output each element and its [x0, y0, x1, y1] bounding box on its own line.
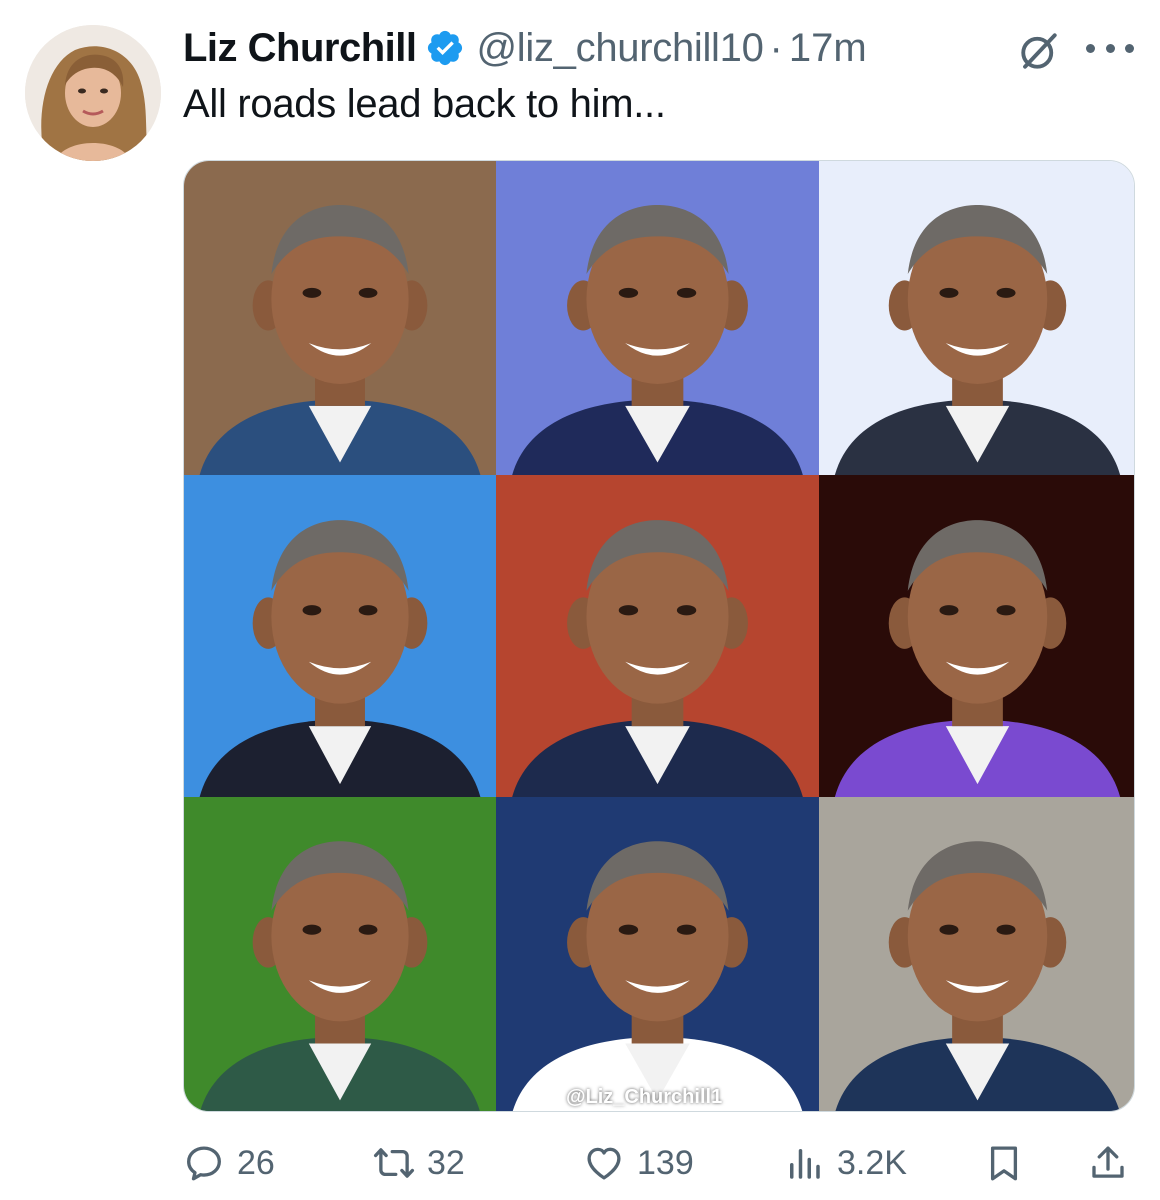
separator-dot: ·: [769, 25, 783, 70]
author-name[interactable]: Liz Churchill: [183, 26, 417, 71]
views-button[interactable]: 3.2K: [783, 1140, 907, 1186]
repost-count: 32: [427, 1143, 465, 1182]
portrait-photo: [496, 797, 819, 1111]
media-panel[interactable]: @Liz_Churchill1: [496, 797, 819, 1111]
timestamp[interactable]: 17m: [789, 26, 867, 71]
image-watermark: @Liz_Churchill1: [566, 1086, 723, 1108]
media-panel[interactable]: [184, 161, 496, 475]
grok-icon[interactable]: [1018, 30, 1060, 72]
action-bar: 26 32 139 3.2K: [183, 1140, 1135, 1186]
author-avatar[interactable]: [25, 25, 161, 161]
reply-button[interactable]: 26: [183, 1140, 275, 1186]
more-dot: [1125, 43, 1134, 53]
share-icon: [1092, 1146, 1124, 1178]
portrait-photo: [819, 797, 1134, 1111]
like-count: 139: [637, 1143, 694, 1182]
author-handle[interactable]: @liz_churchill10: [477, 26, 764, 71]
media-panel[interactable]: [496, 475, 819, 797]
reply-count: 26: [237, 1143, 275, 1182]
more-icon[interactable]: [1086, 30, 1134, 66]
repost-icon: [373, 1148, 415, 1178]
media-panel[interactable]: [819, 475, 1134, 797]
media-panel[interactable]: [819, 797, 1134, 1111]
media-panel[interactable]: [184, 475, 496, 797]
portrait-photo: [496, 161, 819, 475]
tweet-header: Liz Churchill @liz_churchill10 · 17m: [183, 22, 867, 74]
more-dot: [1105, 43, 1115, 53]
tweet-text: All roads lead back to him...: [183, 82, 666, 126]
media-panel[interactable]: [184, 797, 496, 1111]
portrait-photo: [819, 161, 1134, 475]
heart-icon: [587, 1147, 621, 1180]
share-button[interactable]: [1087, 1140, 1129, 1186]
bookmark-icon: [990, 1146, 1018, 1181]
media-panel[interactable]: [819, 161, 1134, 475]
portrait-photo: [184, 475, 496, 797]
like-button[interactable]: 139: [583, 1140, 694, 1186]
more-dot: [1086, 43, 1095, 53]
views-count: 3.2K: [837, 1143, 907, 1182]
reply-icon: [187, 1146, 221, 1181]
media-grid[interactable]: @Liz_Churchill1: [183, 160, 1135, 1112]
portrait-photo: [496, 475, 819, 797]
media-panel[interactable]: [496, 161, 819, 475]
views-icon: [790, 1149, 820, 1179]
repost-button[interactable]: 32: [373, 1140, 465, 1186]
portrait-photo: [184, 161, 496, 475]
portrait-photo: [184, 797, 496, 1111]
portrait-photo: [819, 475, 1134, 797]
verified-badge-icon: [427, 30, 462, 66]
bookmark-button[interactable]: [983, 1140, 1025, 1186]
avatar-image: [25, 25, 161, 161]
